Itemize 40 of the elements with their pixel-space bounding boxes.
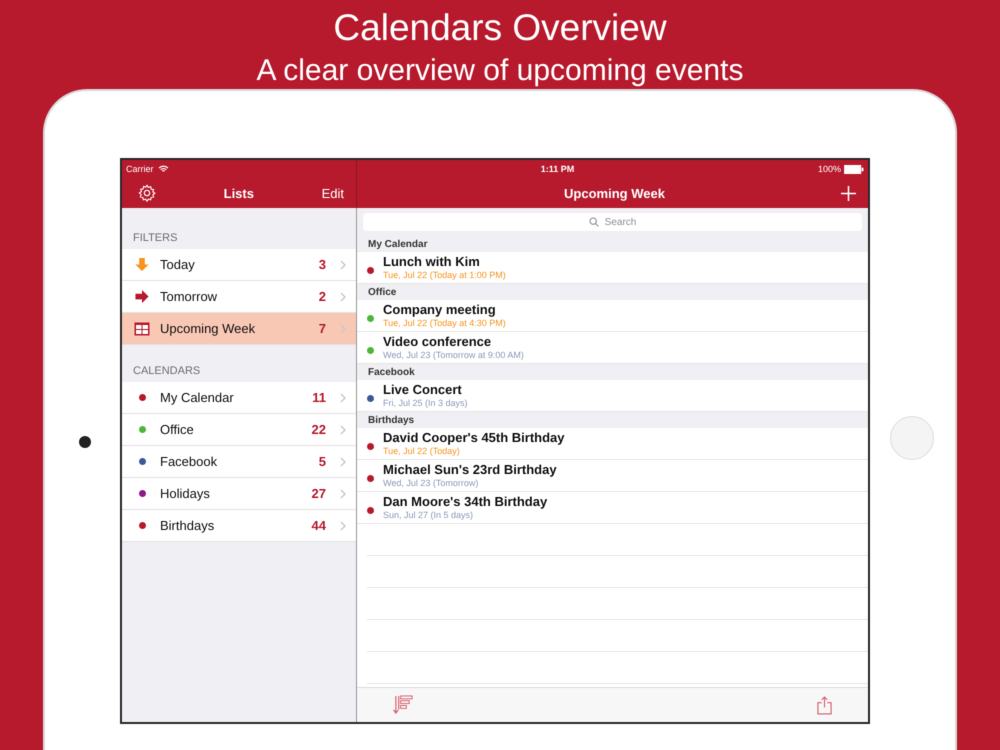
calendar-item[interactable]: Office 22 [122,414,356,446]
sidebar-title: Lists [224,186,254,200]
event-date: Tue, Jul 22 (Today) [383,445,461,457]
event-date: Tue, Jul 22 (Today at 4:30 PM) [383,317,506,329]
section-header: FILTERS [132,231,178,246]
event-date: Sun, Jul 27 (In 5 days) [383,509,474,521]
event-title: Company meeting [383,302,497,317]
event-item[interactable]: Michael Sun's 23rd Birthday Wed, Jul 23 (Tomorrow) [357,460,868,492]
event-date: Wed, Jul 23 (Tomorrow) [383,477,480,489]
search-field[interactable]: Search [363,213,862,231]
section-header: Birthdays [357,412,868,428]
event-title: David Cooper's 45th Birthday [383,430,565,445]
event-item[interactable]: Company meeting Tue, Jul 22 (Today at 4:30 PM) [357,300,868,332]
calendar-item[interactable]: Holidays 27 [122,478,356,510]
calendar-item[interactable]: Facebook 5 [122,446,356,478]
section-header: Office [357,284,868,300]
event-title: Lunch with Kim [383,254,481,269]
filter-item[interactable]: Upcoming Week 7 [122,313,356,345]
event-title: Michael Sun's 23rd Birthday [383,462,557,477]
calendar-item[interactable]: My Calendar 11 [122,382,356,414]
edit-button[interactable]: Edit [322,186,344,200]
event-date: Tue, Jul 22 (Today at 1:00 PM) [383,269,506,281]
promo-title: Calendars Overview [332,7,668,49]
filter-item[interactable]: Today 3 [122,249,356,281]
status-time: 1:11 PM [540,164,574,174]
section-header: CALENDARS [132,364,202,379]
section-header: My Calendar [357,236,868,252]
event-title: Video conference [383,334,492,349]
event-date: Wed, Jul 23 (Tomorrow at 9:00 AM) [383,349,524,361]
carrier-label: Carrier [126,164,154,174]
event-item[interactable]: Dan Moore's 34th Birthday Sun, Jul 27 (In 5 days) [357,492,868,524]
event-date: Fri, Jul 25 (In 3 days) [383,397,468,409]
event-title: Dan Moore's 34th Birthday [383,494,548,509]
event-title: Live Concert [383,382,463,397]
battery-label: 100% [818,164,841,174]
main-title: Upcoming Week [564,186,665,200]
section-header: Facebook [357,364,868,380]
event-item[interactable]: David Cooper's 45th Birthday Tue, Jul 22 (Today) [357,428,868,460]
calendar-item[interactable]: Birthdays 44 [122,510,356,542]
promo-subtitle: A clear overview of upcoming events [256,53,744,89]
